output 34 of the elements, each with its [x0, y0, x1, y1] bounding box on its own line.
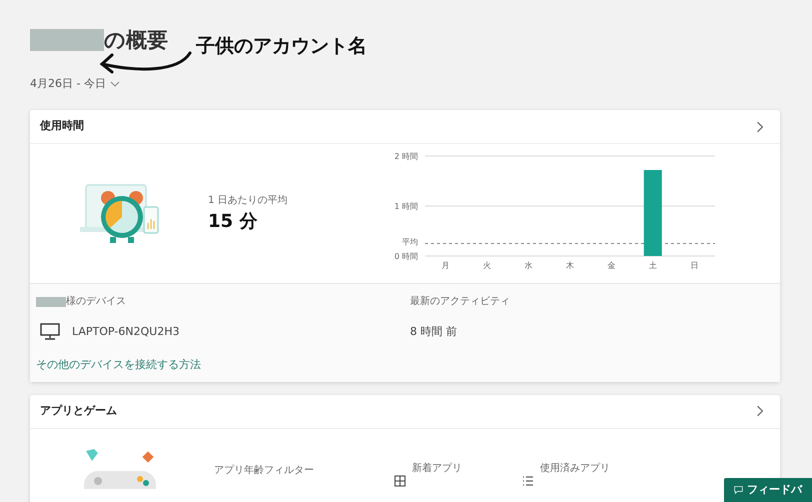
- last-activity-text: 8 時間 前: [410, 324, 457, 340]
- average-value: 15 分: [208, 210, 258, 234]
- annotation-text: 子供のアカウント名: [196, 34, 367, 59]
- card-title: 使用時間: [40, 118, 84, 134]
- date-range-text: 4月26日 - 今日: [30, 76, 106, 92]
- new-apps-label: 新着アプリ: [412, 462, 462, 476]
- y-axis-label: 2 時間: [394, 152, 418, 161]
- x-axis-label: 土: [648, 261, 657, 270]
- redacted-name-block: [36, 296, 66, 306]
- x-axis-label: 日: [690, 261, 698, 270]
- list-icon: [522, 474, 534, 488]
- card-title: アプリとゲーム: [40, 402, 117, 419]
- arrow-icon: [98, 50, 194, 76]
- average-line-label: 平均: [402, 238, 418, 246]
- speech-bubble-icon: [734, 484, 743, 496]
- device-name: LAPTOP-6N2QU2H3: [72, 324, 180, 340]
- x-axis-label: 火: [483, 261, 492, 270]
- devices-label: 様のデバイス: [66, 294, 126, 309]
- chevron-down-icon[interactable]: [110, 80, 120, 88]
- used-apps-label: 使用済みアプリ: [540, 462, 610, 476]
- activity-label: 最新のアクティビティ: [410, 294, 510, 309]
- x-axis-label: 木: [566, 261, 574, 270]
- x-axis-label: 金: [607, 261, 616, 270]
- average-label: 1 日あたりの平均: [208, 194, 288, 208]
- age-filter-label: アプリ年齢フィルター: [214, 464, 315, 478]
- y-axis-label: 0 時間: [394, 252, 418, 261]
- feedback-button[interactable]: フィードバ: [724, 478, 812, 502]
- x-axis-label: 水: [524, 261, 533, 270]
- y-axis-label: 1 時間: [394, 202, 418, 211]
- page-title: の概要: [104, 27, 168, 54]
- x-axis-label: 月: [442, 261, 450, 270]
- monitor-icon: [40, 323, 60, 341]
- connect-devices-link[interactable]: その他のデバイスを接続する方法: [36, 358, 201, 371]
- grid-icon: [394, 474, 406, 488]
